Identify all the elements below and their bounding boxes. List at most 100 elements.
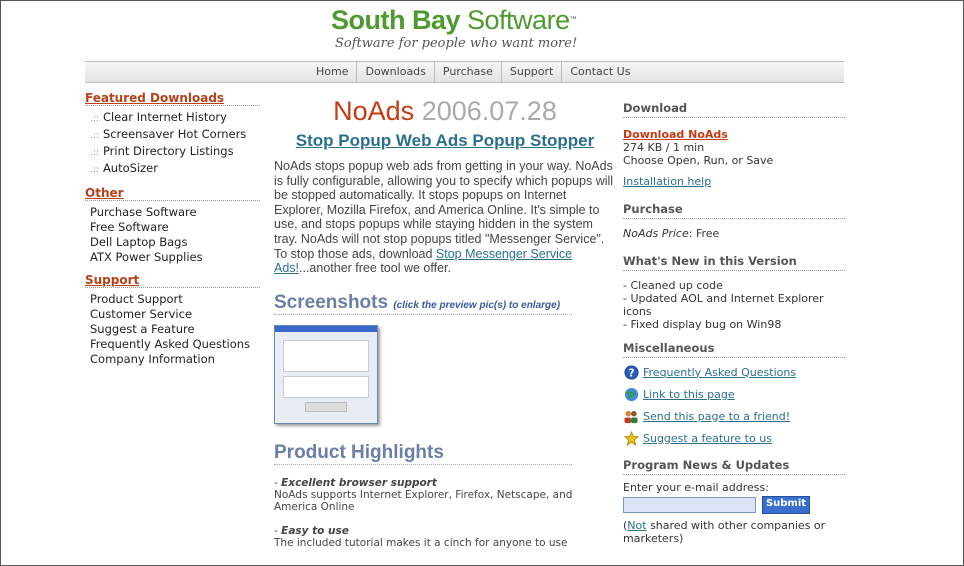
list-item[interactable]: Purchase Software xyxy=(85,205,260,220)
thumbnail-titlebar xyxy=(275,325,377,332)
star-icon xyxy=(623,430,639,446)
product-subtitle-link[interactable]: Stop Popup Web Ads Popup Stopper xyxy=(274,131,616,151)
download-size: 274 KB / 1 min xyxy=(623,141,705,154)
featured-item-label: Clear Internet History xyxy=(102,110,227,124)
trademark-symbol: ™ xyxy=(569,16,577,23)
featured-item-label: AutoSizer xyxy=(102,161,158,175)
svg-text:?: ? xyxy=(628,367,634,379)
email-input[interactable] xyxy=(623,497,756,513)
highlight-item: - Easy to use The included tutorial make… xyxy=(274,525,616,549)
bullet-marker: .:: xyxy=(90,148,99,158)
thumbnail-panel xyxy=(283,339,369,372)
bullet-marker: .:: xyxy=(90,165,99,175)
list-item: - Updated AOL and Internet Explorer icon… xyxy=(623,292,824,318)
description-text: NoAds stops popup web ads from getting i… xyxy=(274,159,614,261)
featured-downloads-heading[interactable]: Featured Downloads xyxy=(85,91,260,106)
highlight-title: Excellent browser support xyxy=(281,476,437,489)
privacy-text: shared with other companies or marketers… xyxy=(623,519,826,545)
list-item[interactable]: .:: AutoSizer xyxy=(85,161,260,178)
misc-item-suggest[interactable]: Suggest a feature to us xyxy=(623,430,845,446)
nav-downloads[interactable]: Downloads xyxy=(356,62,433,82)
highlight-text: The included tutorial makes it a cinch f… xyxy=(274,536,568,549)
list-item[interactable]: Product Support xyxy=(85,292,260,307)
nav-purchase[interactable]: Purchase xyxy=(433,62,501,82)
product-description: NoAds stops popup web ads from getting i… xyxy=(274,159,616,276)
list-item: - Fixed display bug on Win98 xyxy=(623,318,782,331)
misc-list: ? Frequently Asked Questions Link to thi… xyxy=(623,364,845,446)
purchase-heading: Purchase xyxy=(623,202,845,219)
list-item[interactable]: ATX Power Supplies xyxy=(85,250,260,265)
list-item[interactable]: .:: Clear Internet History xyxy=(85,110,260,127)
logo-title: South Bay Software™ xyxy=(331,5,611,35)
highlights-heading: Product Highlights xyxy=(274,442,572,465)
bullet-marker: .:: xyxy=(90,131,99,141)
email-label: Enter your e-mail address: xyxy=(623,481,769,494)
nav-home[interactable]: Home xyxy=(308,62,356,82)
list-item[interactable]: Dell Laptop Bags xyxy=(85,235,260,250)
list-item[interactable]: Company Information xyxy=(85,352,260,367)
support-list: Product Support Customer Service Suggest… xyxy=(85,292,260,367)
bullet-marker: .:: xyxy=(90,114,99,124)
list-item: - Cleaned up code xyxy=(623,279,723,292)
site-logo[interactable]: South Bay Software™ Software for people … xyxy=(331,5,611,51)
submit-button[interactable]: Submit xyxy=(762,496,810,514)
screenshots-heading: Screenshots (click the preview pic(s) to… xyxy=(274,292,572,315)
installation-help-link[interactable]: Installation help xyxy=(623,175,711,188)
other-heading[interactable]: Other xyxy=(85,186,260,201)
misc-item-faq[interactable]: ? Frequently Asked Questions xyxy=(623,364,845,380)
suggest-feature-link[interactable]: Suggest a feature to us xyxy=(643,432,772,445)
list-item[interactable]: .:: Print Directory Listings xyxy=(85,144,260,161)
faq-link[interactable]: Frequently Asked Questions xyxy=(643,366,796,379)
misc-item-link[interactable]: Link to this page xyxy=(623,386,845,402)
link-to-page-link[interactable]: Link to this page xyxy=(643,388,735,401)
list-item[interactable]: Free Software xyxy=(85,220,260,235)
description-tail: ...another free tool we offer. xyxy=(299,261,451,276)
list-item[interactable]: Suggest a Feature xyxy=(85,322,260,337)
misc-item-send[interactable]: Send this page to a friend! xyxy=(623,408,845,424)
news-heading: Program News & Updates xyxy=(623,458,845,475)
left-sidebar: Featured Downloads .:: Clear Internet His… xyxy=(85,91,260,375)
list-item[interactable]: .:: Screensaver Hot Corners xyxy=(85,127,260,144)
price-row: NoAds Price: Free xyxy=(623,227,845,240)
product-version-date: 2006.07.28 xyxy=(421,96,557,126)
price-label: NoAds Price xyxy=(623,227,689,240)
whats-new-list: - Cleaned up code - Updated AOL and Inte… xyxy=(623,279,845,331)
highlight-item: - Excellent browser support NoAds suppor… xyxy=(274,477,616,513)
product-name: NoAds xyxy=(333,96,415,126)
whats-new-heading: What's New in this Version xyxy=(623,254,845,271)
price-value: Free xyxy=(695,227,720,240)
miscellaneous-heading: Miscellaneous xyxy=(623,341,845,358)
help-icon: ? xyxy=(623,364,639,380)
logo-tagline: Software for people who want more! xyxy=(335,36,578,51)
featured-item-label: Screensaver Hot Corners xyxy=(102,127,247,141)
product-title: NoAds 2006.07.28 xyxy=(274,93,616,129)
globe-icon xyxy=(623,386,639,402)
highlight-text: NoAds supports Internet Explorer, Firefo… xyxy=(274,488,573,513)
screenshot-thumbnail[interactable] xyxy=(274,324,378,424)
people-icon xyxy=(623,408,639,424)
download-noads-link[interactable]: Download NoAds xyxy=(623,128,728,141)
download-hint: Choose Open, Run, or Save xyxy=(623,154,774,167)
logo-brand-light: Software xyxy=(467,5,570,35)
screenshots-note: (click the preview pic(s) to enlarge) xyxy=(393,299,561,311)
email-form: Submit xyxy=(623,496,845,514)
list-item[interactable]: Customer Service xyxy=(85,307,260,322)
nav-support[interactable]: Support xyxy=(500,62,561,82)
nav-contact-us[interactable]: Contact Us xyxy=(561,62,638,82)
product-highlights: Product Highlights - Excellent browser s… xyxy=(274,442,616,549)
send-to-friend-link[interactable]: Send this page to a friend! xyxy=(643,410,790,423)
list-item[interactable]: Frequently Asked Questions xyxy=(85,337,260,352)
privacy-not-link[interactable]: Not xyxy=(627,519,646,532)
top-navigation: Home Downloads Purchase Support Contact … xyxy=(85,61,844,83)
logo-brand-bold: South Bay xyxy=(331,5,461,35)
browser-page: South Bay Software™ Software for people … xyxy=(0,0,964,566)
featured-item-label: Print Directory Listings xyxy=(102,144,234,158)
other-list: Purchase Software Free Software Dell Lap… xyxy=(85,205,260,265)
highlight-title: Easy to use xyxy=(281,524,349,537)
featured-downloads-list: .:: Clear Internet History .:: Screensaver… xyxy=(85,110,260,178)
price-separator: : xyxy=(688,227,693,240)
thumbnail-button xyxy=(305,401,347,412)
thumbnail-list xyxy=(283,375,369,398)
right-sidebar: Download Download NoAds 274 KB / 1 min C… xyxy=(623,101,845,545)
support-heading[interactable]: Support xyxy=(85,273,260,288)
